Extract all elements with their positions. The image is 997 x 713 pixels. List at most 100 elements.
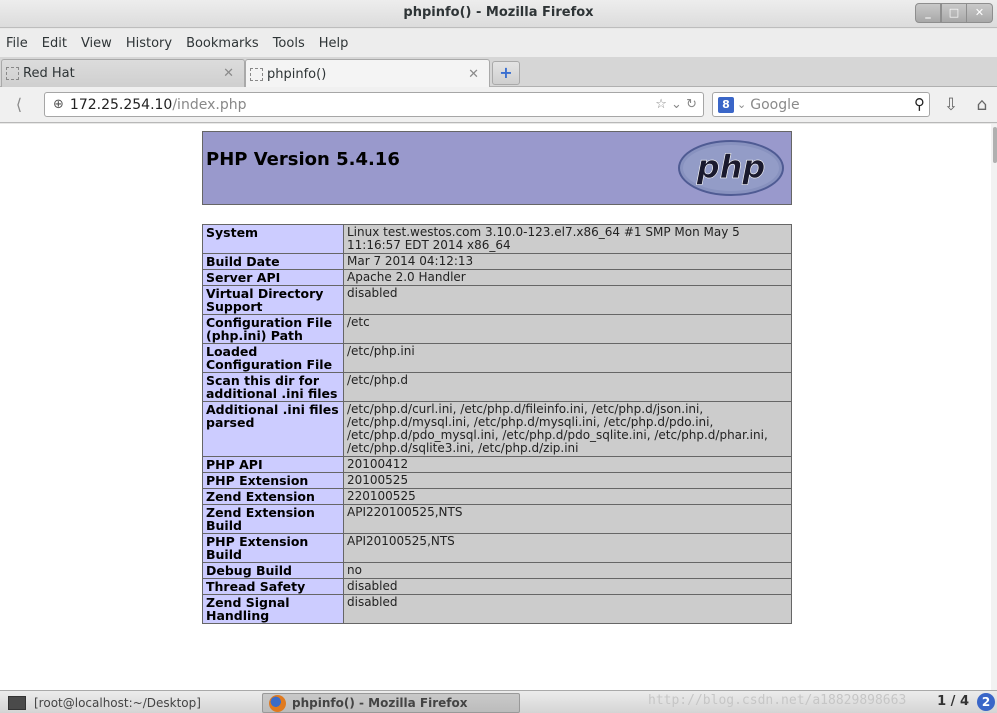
new-tab-button[interactable]: +: [492, 61, 520, 85]
row-key: Configuration File (php.ini) Path: [202, 314, 344, 344]
row-key: Loaded Configuration File: [202, 343, 344, 373]
search-icon[interactable]: ⚲: [914, 95, 925, 113]
table-row: Virtual Directory Support disabled: [202, 285, 792, 315]
menu-file[interactable]: File: [6, 36, 28, 51]
row-value: disabled: [343, 594, 792, 624]
tab-bar: Red Hat ✕ phpinfo() ✕ +: [0, 57, 997, 88]
window-titlebar: phpinfo() - Mozilla Firefox _ □ ✕: [0, 0, 997, 28]
site-identity-icon[interactable]: ⊕: [53, 97, 64, 112]
phpinfo-table: System Linux test.westos.com 3.10.0-123.e…: [202, 224, 792, 624]
row-value: API20100525,NTS: [343, 533, 792, 563]
tab-label: Red Hat: [23, 66, 75, 81]
row-key: PHP Extension: [202, 472, 344, 489]
table-row: Configuration File (php.ini) Path/etc: [202, 314, 792, 344]
row-key: Thread Safety: [202, 578, 344, 595]
vertical-scrollbar[interactable]: [991, 124, 997, 690]
maximize-button[interactable]: □: [941, 3, 967, 23]
row-key: Zend Extension: [202, 488, 344, 505]
close-window-button[interactable]: ✕: [967, 3, 993, 23]
row-value: Apache 2.0 Handler: [343, 269, 792, 286]
taskbar-item-label: [root@localhost:~/Desktop]: [34, 696, 201, 710]
firefox-icon: [269, 694, 286, 712]
row-value: disabled: [343, 285, 792, 315]
row-value: Linux test.westos.com 3.10.0-123.el7.x86…: [343, 224, 792, 254]
table-row: Server API Apache 2.0 Handler: [202, 269, 792, 286]
row-value: /etc/php.ini: [343, 343, 792, 373]
close-tab-icon[interactable]: ✕: [223, 66, 234, 81]
row-key: Scan this dir for additional .ini files: [202, 372, 344, 402]
row-key: Build Date: [202, 253, 344, 270]
notification-badge[interactable]: 2: [977, 693, 995, 711]
php-version-header: PHP Version 5.4.16 php: [202, 131, 792, 205]
row-key: Zend Extension Build: [202, 504, 344, 534]
page-favicon-icon: [6, 67, 19, 80]
menu-help[interactable]: Help: [319, 36, 349, 51]
row-key: System: [202, 224, 344, 254]
menu-bar: File Edit View History Bookmarks Tools H…: [0, 29, 997, 57]
row-value: /etc/php.d/curl.ini, /etc/php.d/fileinfo…: [343, 401, 792, 457]
minimize-button[interactable]: _: [915, 3, 941, 23]
reload-icon[interactable]: ↻: [686, 97, 697, 112]
google-search-engine-icon[interactable]: 8: [718, 96, 734, 113]
tab-red-hat[interactable]: Red Hat ✕: [1, 59, 245, 87]
row-value: API220100525,NTS: [343, 504, 792, 534]
url-bar[interactable]: ⊕ 172.25.254.10/index.php ☆ ⌄ ↻: [44, 92, 704, 117]
taskbar-item-firefox[interactable]: phpinfo() - Mozilla Firefox: [262, 693, 520, 713]
table-row: Loaded Configuration File/etc/php.ini: [202, 343, 792, 373]
menu-edit[interactable]: Edit: [42, 36, 67, 51]
bookmark-star-icon[interactable]: ☆: [655, 97, 667, 112]
back-arrow-icon[interactable]: ⟨: [4, 93, 34, 117]
row-value: disabled: [343, 578, 792, 595]
row-key: PHP Extension Build: [202, 533, 344, 563]
table-row: Zend Extension Build API220100525,NTS: [202, 504, 792, 534]
table-row: Thread Safety disabled: [202, 578, 792, 595]
row-key: Server API: [202, 269, 344, 286]
search-placeholder: Google: [750, 96, 800, 113]
row-value: Mar 7 2014 04:12:13: [343, 253, 792, 270]
table-row: PHP Extension 20100525: [202, 472, 792, 489]
close-tab-icon[interactable]: ✕: [468, 67, 479, 82]
table-row: Scan this dir for additional .ini files /…: [202, 372, 792, 402]
row-value: /etc: [343, 314, 792, 344]
table-row: Debug Build no: [202, 562, 792, 579]
row-value: 20100412: [343, 456, 792, 473]
taskbar-item-terminal[interactable]: [root@localhost:~/Desktop]: [2, 693, 254, 713]
menu-history[interactable]: History: [126, 36, 172, 51]
download-icon[interactable]: ⇩: [939, 93, 963, 117]
page-favicon-icon: [250, 67, 263, 81]
row-key: PHP API: [202, 456, 344, 473]
table-row: Build Date Mar 7 2014 04:12:13: [202, 253, 792, 270]
menu-view[interactable]: View: [81, 36, 112, 51]
home-icon[interactable]: ⌂: [970, 93, 994, 117]
search-bar[interactable]: 8 ⌄ Google ⚲: [712, 92, 930, 117]
php-version-title: PHP Version 5.4.16: [206, 149, 400, 170]
table-row: Additional .ini files parsed/etc/php.d/c…: [202, 401, 792, 457]
page-content: PHP Version 5.4.16 php System Linux test.…: [0, 124, 997, 690]
tab-label: phpinfo(): [267, 66, 327, 82]
navigation-bar: ⟨ ⊕ 172.25.254.10/index.php ☆ ⌄ ↻ 8 ⌄ Go…: [0, 87, 997, 123]
table-row: Zend Signal Handling disabled: [202, 594, 792, 624]
menu-tools[interactable]: Tools: [273, 36, 305, 51]
url-controls: ☆ ⌄ ↻: [655, 97, 697, 112]
row-value: /etc/php.d: [343, 372, 792, 402]
menu-bookmarks[interactable]: Bookmarks: [186, 36, 259, 51]
search-engine-dropdown-icon[interactable]: ⌄: [737, 98, 746, 111]
table-row: PHP Extension Build API20100525,NTS: [202, 533, 792, 563]
table-row: System Linux test.westos.com 3.10.0-123.e…: [202, 224, 792, 254]
scrollbar-thumb[interactable]: [993, 127, 997, 163]
tab-phpinfo[interactable]: phpinfo() ✕: [245, 59, 490, 88]
window-title: phpinfo() - Mozilla Firefox: [403, 5, 594, 20]
url-host: 172.25.254.10: [69, 96, 173, 113]
window-controls: _ □ ✕: [915, 3, 993, 23]
table-row: Zend Extension 220100525: [202, 488, 792, 505]
row-key: Additional .ini files parsed: [202, 401, 344, 457]
row-value: 220100525: [343, 488, 792, 505]
watermark-text: http://blog.csdn.net/a18829898663: [648, 693, 907, 708]
history-dropdown-icon[interactable]: ⌄: [671, 97, 682, 112]
table-row: PHP API 20100412: [202, 456, 792, 473]
row-key: Debug Build: [202, 562, 344, 579]
row-key: Zend Signal Handling: [202, 594, 344, 624]
taskbar-item-label: phpinfo() - Mozilla Firefox: [292, 696, 468, 710]
php-logo-icon: php: [678, 140, 784, 196]
workspace-pager[interactable]: 1 / 4: [937, 694, 969, 709]
